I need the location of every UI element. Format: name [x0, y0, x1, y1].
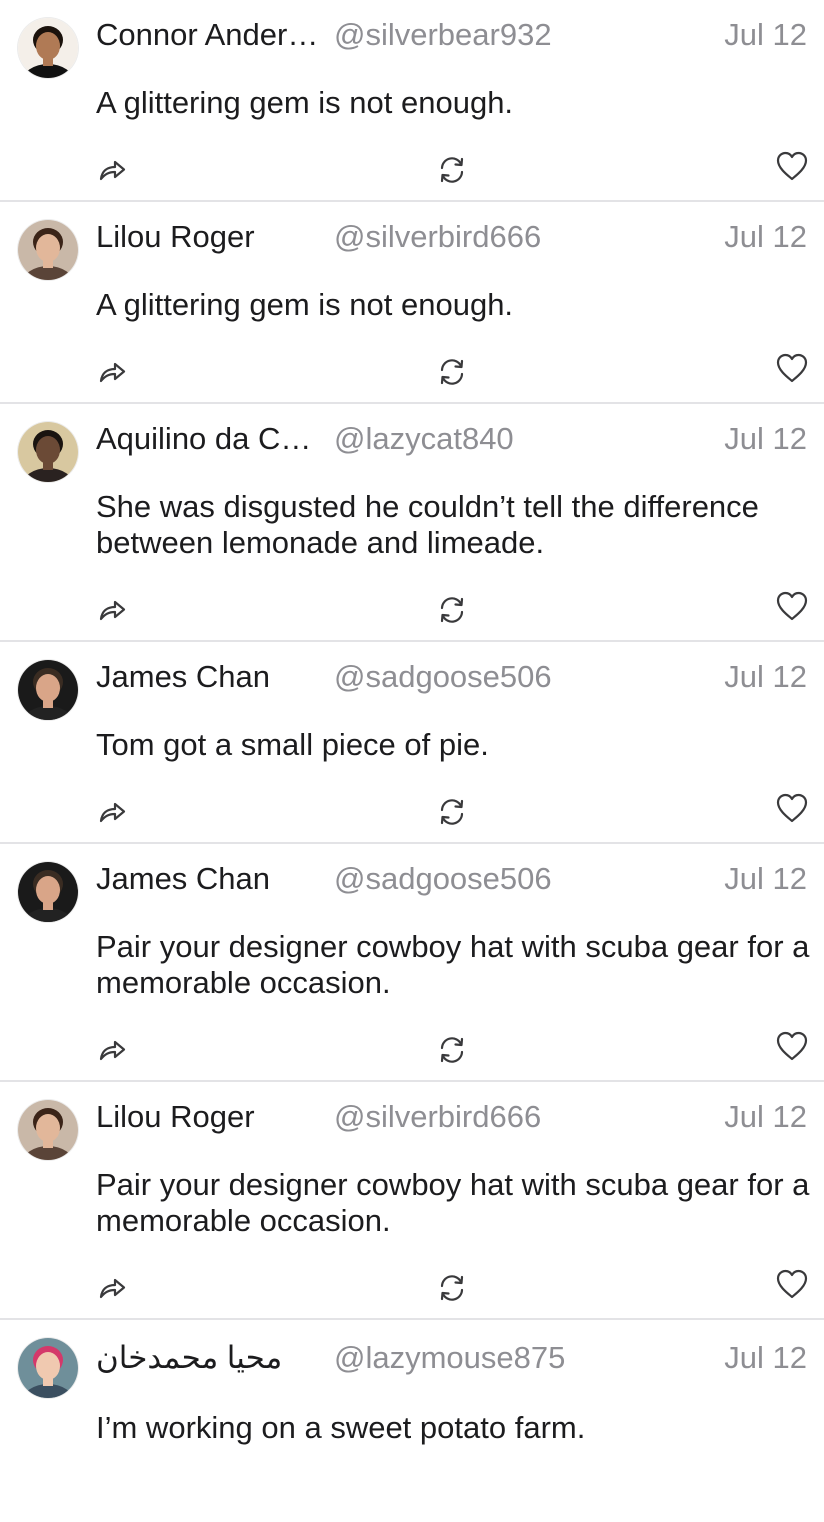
avatar[interactable]: [18, 220, 78, 280]
author-handle[interactable]: @sadgoose506: [334, 659, 552, 695]
author-name[interactable]: James Chan: [96, 861, 270, 897]
repost-button[interactable]: [432, 590, 472, 630]
repost-icon: [435, 595, 469, 625]
like-button[interactable]: [772, 348, 812, 388]
heart-icon: [775, 590, 809, 622]
repost-button[interactable]: [432, 352, 472, 392]
heart-icon: [775, 150, 809, 182]
author-name[interactable]: Aquilino da Cunha: [96, 421, 328, 457]
share-arrow-icon: [97, 359, 127, 385]
author-handle[interactable]: @lazymouse875: [334, 1340, 565, 1376]
repost-button[interactable]: [432, 150, 472, 190]
post-date: Jul 12: [724, 421, 807, 456]
heart-icon: [775, 1030, 809, 1062]
repost-icon: [435, 1035, 469, 1065]
post-date: Jul 12: [724, 1099, 807, 1134]
post-text: I’m working on a sweet potato farm.: [96, 1410, 586, 1445]
post-item[interactable]: Connor Anderson @silverbear932 Jul 12 A …: [0, 0, 824, 202]
post-item[interactable]: James Chan @sadgoose506 Jul 12 Tom got a…: [0, 642, 824, 844]
repost-button[interactable]: [432, 792, 472, 832]
post-item[interactable]: Aquilino da Cunha @lazycat840 Jul 12 She…: [0, 404, 824, 642]
author-name[interactable]: Lilou Roger: [96, 1099, 255, 1135]
avatar[interactable]: [18, 1338, 78, 1398]
repost-icon: [435, 357, 469, 387]
post-text: Tom got a small piece of pie.: [96, 727, 489, 762]
post-date: Jul 12: [724, 1340, 807, 1375]
avatar[interactable]: [18, 862, 78, 922]
share-button[interactable]: [92, 150, 132, 190]
author-name[interactable]: Connor Anderson: [96, 17, 328, 53]
avatar[interactable]: [18, 660, 78, 720]
author-name[interactable]: Lilou Roger: [96, 219, 255, 255]
repost-icon: [435, 155, 469, 185]
post-item[interactable]: Lilou Roger @silverbird666 Jul 12 Pair y…: [0, 1082, 824, 1320]
post-date: Jul 12: [724, 861, 807, 896]
like-button[interactable]: [772, 788, 812, 828]
post-item[interactable]: محيا محمدخان @lazymouse875 Jul 12 I’m wo…: [0, 1320, 824, 1522]
repost-icon: [435, 797, 469, 827]
share-button[interactable]: [92, 590, 132, 630]
share-button[interactable]: [92, 792, 132, 832]
share-button[interactable]: [92, 352, 132, 392]
post-text: A glittering gem is not enough.: [96, 85, 514, 120]
heart-icon: [775, 1268, 809, 1300]
avatar[interactable]: [18, 422, 78, 482]
post-text: She was disgusted he couldn’t tell the d…: [96, 489, 759, 560]
share-arrow-icon: [97, 799, 127, 825]
post-item[interactable]: Lilou Roger @silverbird666 Jul 12 A glit…: [0, 202, 824, 404]
avatar[interactable]: [18, 18, 78, 78]
post-date: Jul 12: [724, 659, 807, 694]
share-arrow-icon: [97, 1037, 127, 1063]
heart-icon: [775, 792, 809, 824]
share-button[interactable]: [92, 1268, 132, 1308]
author-handle[interactable]: @sadgoose506: [334, 861, 552, 897]
share-button[interactable]: [92, 1030, 132, 1070]
share-arrow-icon: [97, 597, 127, 623]
author-handle[interactable]: @silverbird666: [334, 219, 541, 255]
avatar[interactable]: [18, 1100, 78, 1160]
repost-button[interactable]: [432, 1268, 472, 1308]
post-date: Jul 12: [724, 219, 807, 254]
share-arrow-icon: [97, 157, 127, 183]
author-name[interactable]: James Chan: [96, 659, 270, 695]
like-button[interactable]: [772, 146, 812, 186]
like-button[interactable]: [772, 1264, 812, 1304]
author-name[interactable]: محيا محمدخان: [96, 1340, 282, 1376]
repost-button[interactable]: [432, 1030, 472, 1070]
author-handle[interactable]: @lazycat840: [334, 421, 514, 457]
post-text: Pair your designer cowboy hat with scuba…: [96, 929, 810, 1000]
author-handle[interactable]: @silverbear932: [334, 17, 552, 53]
heart-icon: [775, 352, 809, 384]
author-handle[interactable]: @silverbird666: [334, 1099, 541, 1135]
post-date: Jul 12: [724, 17, 807, 52]
share-arrow-icon: [97, 1275, 127, 1301]
like-button[interactable]: [772, 586, 812, 626]
like-button[interactable]: [772, 1026, 812, 1066]
repost-icon: [435, 1273, 469, 1303]
post-item[interactable]: James Chan @sadgoose506 Jul 12 Pair your…: [0, 844, 824, 1082]
post-text: A glittering gem is not enough.: [96, 287, 514, 322]
post-text: Pair your designer cowboy hat with scuba…: [96, 1167, 810, 1238]
